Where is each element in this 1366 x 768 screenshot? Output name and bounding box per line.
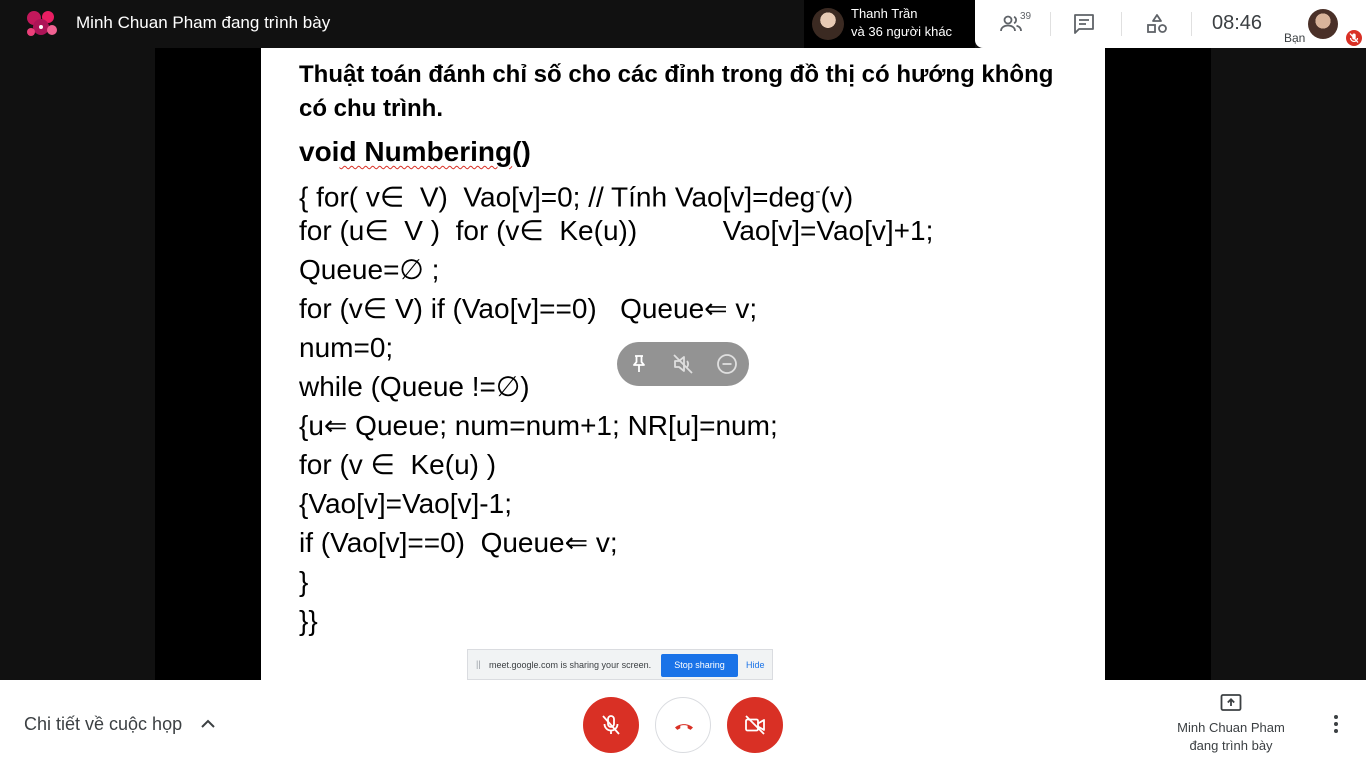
presenting-status[interactable]: Minh Chuan Pham đang trình bày [1156, 719, 1306, 755]
function-name: d Numbering [339, 136, 513, 167]
code-line: {Vao[v]=Vao[v]-1; [299, 488, 512, 519]
divider [1121, 12, 1122, 36]
code-line-text: { for( v∈ V) Vao[v]=0; // Tính Vao[v]=de… [299, 181, 816, 213]
screen-share-banner: || meet.google.com is sharing your scree… [467, 649, 773, 680]
function-keyword: voi [299, 136, 340, 167]
microphone-toggle-button[interactable] [583, 697, 639, 753]
camera-toggle-button[interactable] [727, 697, 783, 753]
self-label: Bạn [1284, 31, 1306, 45]
mute-icon[interactable] [671, 352, 695, 376]
camera-off-icon [745, 715, 765, 735]
function-parens: () [512, 136, 531, 167]
mic-off-icon [602, 715, 620, 735]
presenting-text: đang trình bày [1189, 738, 1273, 753]
pin-icon[interactable] [627, 352, 651, 376]
meeting-toolbar: 39 08:46 [975, 0, 1280, 48]
code-line: for (u∈ V ) for (v∈ Ke(u)) Vao[v]=Vao[v]… [299, 215, 934, 246]
slide-heading-line: có chu trình. [299, 95, 443, 122]
people-count-badge: 39 [1020, 11, 1032, 22]
leave-call-button[interactable] [655, 697, 711, 753]
slide-heading: Thuật toán đánh chỉ số cho các đỉnh tron… [299, 58, 1089, 126]
code-line: while (Queue !=∅) [299, 371, 530, 402]
participant-avatar [812, 8, 844, 40]
participant-name: Thanh Trần [851, 6, 918, 21]
chat-icon[interactable] [1072, 12, 1096, 36]
remove-icon[interactable] [715, 352, 739, 376]
code-line: { for( v∈ V) Vao[v]=0; // Tính Vao[v]=de… [299, 174, 853, 215]
divider [1191, 12, 1192, 36]
function-signature: void Numbering() [299, 134, 531, 170]
drag-handle[interactable]: || [476, 659, 481, 669]
activities-icon[interactable] [1145, 12, 1169, 36]
presenting-name: Minh Chuan Pham [1177, 720, 1285, 735]
code-line: Queue=∅ ; [299, 254, 440, 285]
code-line: } [299, 566, 309, 597]
presenter-avatar [27, 11, 57, 36]
code-line: {u⇐ Queue; num=num+1; NR[u]=num; [299, 410, 778, 441]
hang-up-icon [675, 724, 693, 730]
code-line: for (v∈ V) if (Vao[v]==0) Queue⇐ v; [299, 293, 758, 324]
code-line: for (v ∈ Ke(u) ) [299, 449, 497, 480]
code-line: }} [299, 605, 318, 636]
stop-sharing-button[interactable]: Stop sharing [661, 654, 738, 677]
slide-heading-line: Thuật toán đánh chỉ số cho các đỉnh tron… [299, 61, 1054, 88]
mic-off-icon [1346, 30, 1362, 46]
tile-hover-controls [617, 342, 749, 386]
present-screen-icon[interactable] [1219, 691, 1243, 715]
divider [1050, 12, 1051, 36]
participant-others: và 36 người khác [851, 24, 953, 39]
self-avatar [1308, 9, 1338, 39]
more-vert-icon[interactable] [1324, 712, 1348, 736]
top-bar: Minh Chuan Pham đang trình bày Thanh Trầ… [0, 0, 1366, 48]
code-line: num=0; [299, 332, 394, 363]
self-tile[interactable]: Bạn [1280, 0, 1366, 48]
clock: 08:46 [1212, 12, 1263, 34]
bottom-bar: Chi tiết về cuộc họp Minh Chuan Pham đan… [0, 680, 1366, 768]
code-line: if (Vao[v]==0) Queue⇐ v; [299, 527, 618, 558]
share-message: meet.google.com is sharing your screen. [489, 660, 652, 670]
chevron-up-icon[interactable] [196, 712, 220, 736]
participant-chip[interactable]: Thanh Trần và 36 người khác [804, 0, 975, 48]
meeting-details-button[interactable]: Chi tiết về cuộc họp [24, 714, 182, 735]
hide-banner-link[interactable]: Hide [746, 660, 765, 670]
presenter-title: Minh Chuan Pham đang trình bày [76, 13, 331, 32]
code-line-text: (v) [820, 181, 854, 213]
